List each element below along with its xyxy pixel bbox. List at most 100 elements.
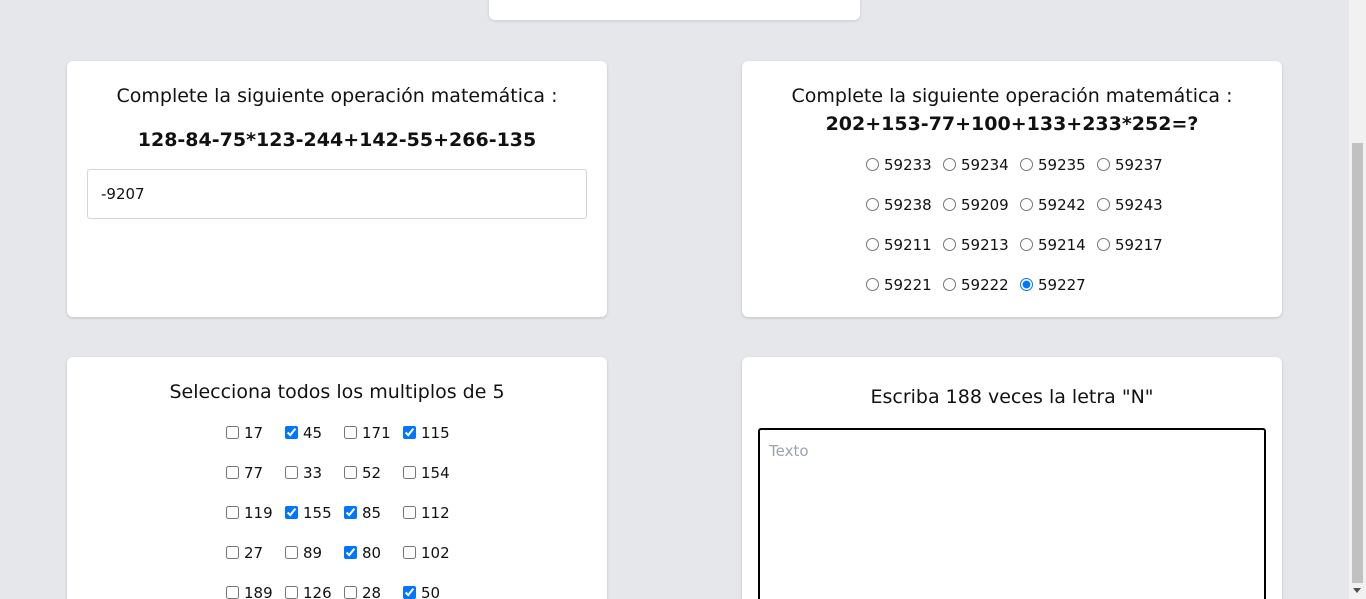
checkbox-option[interactable]: 115	[403, 423, 462, 463]
checkbox-row: 77 33 52 154	[226, 463, 486, 503]
radio-option[interactable]: 59221	[866, 275, 943, 315]
checkbox[interactable]	[403, 426, 416, 439]
radio-option[interactable]: 59238	[866, 195, 943, 235]
math-input-card: Complete la siguiente operación matemáti…	[67, 61, 607, 317]
checkbox-option[interactable]: 27	[226, 543, 285, 583]
radio-option-label: 59235	[1038, 156, 1086, 174]
checkbox-option-label: 89	[303, 544, 323, 562]
checkbox-row: 119 155 85 112	[226, 503, 486, 543]
checkbox-option[interactable]: 112	[403, 503, 462, 543]
multiples-prompt: Selecciona todos los multiplos de 5	[169, 381, 505, 403]
checkbox-option-label: 171	[362, 424, 391, 442]
vertical-scrollbar[interactable]	[1349, 0, 1366, 599]
radio-row: 59211 59213 59214 59217	[866, 235, 1186, 275]
math-input-expression: 128-84-75*123-244+142-55+266-135	[137, 129, 537, 151]
checkbox-option[interactable]: 85	[344, 503, 403, 543]
checkbox[interactable]	[285, 426, 298, 439]
radio-button[interactable]	[866, 238, 879, 251]
checkbox[interactable]	[226, 506, 239, 519]
checkbox[interactable]	[285, 586, 298, 599]
radio-button[interactable]	[1097, 238, 1110, 251]
checkbox[interactable]	[285, 466, 298, 479]
radio-option[interactable]: 59222	[943, 275, 1020, 315]
radio-button[interactable]	[943, 238, 956, 251]
checkbox-row: 17 45 171 115	[226, 423, 486, 463]
checkbox-option[interactable]: 28	[344, 583, 403, 599]
radio-option-label: 59214	[1038, 236, 1086, 254]
checkbox[interactable]	[344, 506, 357, 519]
radio-option[interactable]: 59243	[1097, 195, 1174, 235]
checkbox-option[interactable]: 155	[285, 503, 344, 543]
checkbox-option[interactable]: 80	[344, 543, 403, 583]
checkbox-option-label: 126	[303, 584, 332, 599]
radio-option[interactable]: 59234	[943, 155, 1020, 195]
letters-textarea[interactable]	[758, 428, 1266, 599]
checkbox-option[interactable]: 189	[226, 583, 285, 599]
checkbox[interactable]	[403, 506, 416, 519]
checkbox-option-label: 115	[421, 424, 450, 442]
radio-button[interactable]	[1097, 158, 1110, 171]
radio-option[interactable]: 59227	[1020, 275, 1097, 315]
radio-button[interactable]	[1020, 278, 1033, 291]
radio-option[interactable]: 59242	[1020, 195, 1097, 235]
math-radio-prompt: Complete la siguiente operación matemáti…	[791, 85, 1233, 107]
checkbox[interactable]	[226, 546, 239, 559]
checkbox-option[interactable]: 126	[285, 583, 344, 599]
radio-option[interactable]: 59217	[1097, 235, 1174, 275]
checkbox-option[interactable]: 154	[403, 463, 462, 503]
radio-option[interactable]: 59235	[1020, 155, 1097, 195]
checkbox[interactable]	[344, 586, 357, 599]
checkbox-option[interactable]: 171	[344, 423, 403, 463]
checkbox-option[interactable]: 50	[403, 583, 462, 599]
radio-option[interactable]: 59233	[866, 155, 943, 195]
checkbox[interactable]	[403, 466, 416, 479]
checkbox[interactable]	[226, 426, 239, 439]
radio-option[interactable]: 59213	[943, 235, 1020, 275]
checkbox[interactable]	[285, 546, 298, 559]
checkbox-option[interactable]: 119	[226, 503, 285, 543]
radio-button[interactable]	[866, 198, 879, 211]
scroll-down-arrow-icon[interactable]	[1353, 588, 1361, 593]
radio-button[interactable]	[1020, 238, 1033, 251]
radio-option-label: 59238	[884, 196, 932, 214]
radio-button[interactable]	[866, 158, 879, 171]
checkbox-option-label: 17	[244, 424, 264, 442]
radio-option-label: 59221	[884, 276, 932, 294]
radio-option-label: 59217	[1115, 236, 1163, 254]
checkbox-option-label: 102	[421, 544, 450, 562]
checkbox[interactable]	[344, 426, 357, 439]
checkbox[interactable]	[403, 546, 416, 559]
checkbox-option[interactable]: 33	[285, 463, 344, 503]
checkbox-option[interactable]: 45	[285, 423, 344, 463]
checkbox-option[interactable]: 89	[285, 543, 344, 583]
checkbox-option[interactable]: 102	[403, 543, 462, 583]
radio-button[interactable]	[943, 158, 956, 171]
checkbox-option-label: 52	[362, 464, 382, 482]
checkbox-option[interactable]: 77	[226, 463, 285, 503]
radio-option[interactable]: 59214	[1020, 235, 1097, 275]
radio-button[interactable]	[943, 198, 956, 211]
checkbox[interactable]	[226, 586, 239, 599]
radio-option[interactable]: 59209	[943, 195, 1020, 235]
checkbox-option-label: 155	[303, 504, 332, 522]
math-answer-input[interactable]	[87, 169, 587, 219]
radio-option[interactable]: 59237	[1097, 155, 1174, 195]
checkbox[interactable]	[285, 506, 298, 519]
checkbox[interactable]	[403, 586, 416, 599]
checkbox[interactable]	[226, 466, 239, 479]
radio-button[interactable]	[1020, 198, 1033, 211]
checkbox-option[interactable]: 52	[344, 463, 403, 503]
radio-button[interactable]	[1020, 158, 1033, 171]
top-card-partial	[489, 0, 860, 20]
checkbox[interactable]	[344, 546, 357, 559]
radio-button[interactable]	[866, 278, 879, 291]
checkbox[interactable]	[344, 466, 357, 479]
checkbox-option-label: 80	[362, 544, 382, 562]
scrollbar-thumb[interactable]	[1352, 143, 1363, 583]
checkbox-row: 189 126 28 50	[226, 583, 486, 599]
checkbox-option[interactable]: 17	[226, 423, 285, 463]
radio-button[interactable]	[1097, 198, 1110, 211]
radio-button[interactable]	[943, 278, 956, 291]
math-radio-expression: 202+153-77+100+133+233*252=?	[825, 113, 1199, 135]
radio-option[interactable]: 59211	[866, 235, 943, 275]
